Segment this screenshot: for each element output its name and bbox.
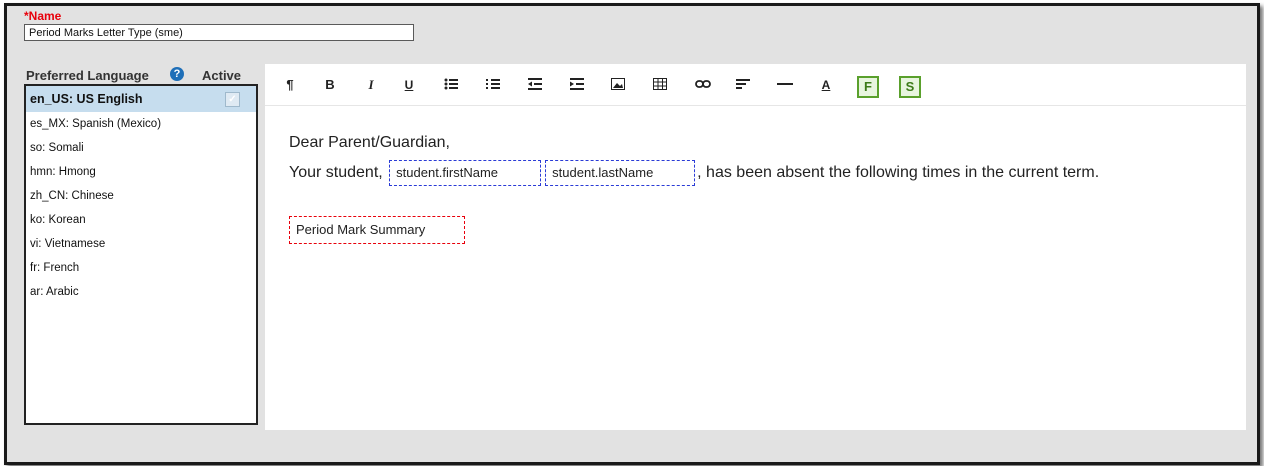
language-item-label: so: Somali bbox=[30, 142, 84, 154]
last-name-field[interactable]: student.lastName bbox=[545, 160, 696, 186]
language-item-fr[interactable]: fr: French bbox=[26, 256, 256, 280]
language-item-label: vi: Vietnamese bbox=[30, 238, 106, 250]
language-item-label: zh_CN: Chinese bbox=[30, 190, 114, 202]
numbered-list-icon[interactable] bbox=[486, 75, 500, 95]
letter-designer-panel: *Name Preferred Language ? Active en_US:… bbox=[4, 3, 1260, 465]
language-header: Preferred Language ? Active bbox=[24, 64, 261, 84]
bullet-list-icon[interactable] bbox=[444, 75, 458, 95]
intro-suffix-text: , has been absent the following times in… bbox=[697, 164, 1100, 182]
insert-subreport-button[interactable]: S bbox=[899, 76, 921, 98]
language-item-ar[interactable]: ar: Arabic bbox=[26, 280, 256, 304]
greeting-text: Dear Parent/Guardian, bbox=[289, 134, 450, 151]
intro-line: Your student, student.firstName student.l… bbox=[289, 160, 1099, 186]
language-item-label: ar: Arabic bbox=[30, 286, 79, 298]
language-item-label: en_US: US English bbox=[30, 92, 143, 106]
font-color-icon[interactable]: A bbox=[819, 75, 833, 95]
language-item-zh-cn[interactable]: zh_CN: Chinese bbox=[26, 184, 256, 208]
editor-toolbar: ¶ B I U A F S bbox=[265, 64, 1246, 106]
underline-icon[interactable]: U bbox=[402, 75, 416, 95]
language-item-vi[interactable]: vi: Vietnamese bbox=[26, 232, 256, 256]
language-item-label: hmn: Hmong bbox=[30, 166, 96, 178]
insert-field-button[interactable]: F bbox=[857, 76, 879, 98]
horizontal-rule-icon[interactable] bbox=[777, 75, 793, 95]
language-item-es-mx[interactable]: es_MX: Spanish (Mexico) bbox=[26, 112, 256, 136]
align-icon[interactable] bbox=[736, 75, 750, 95]
language-item-label: ko: Korean bbox=[30, 214, 86, 226]
language-item-label: es_MX: Spanish (Mexico) bbox=[30, 118, 162, 130]
language-item-ko[interactable]: ko: Korean bbox=[26, 208, 256, 232]
name-input[interactable] bbox=[24, 24, 414, 41]
language-item-hmn[interactable]: hmn: Hmong bbox=[26, 160, 256, 184]
help-icon[interactable]: ? bbox=[170, 67, 184, 81]
language-list: en_US: US English ✓ es_MX: Spanish (Mexi… bbox=[24, 84, 258, 425]
table-icon[interactable] bbox=[653, 75, 667, 95]
language-item-en-us[interactable]: en_US: US English ✓ bbox=[26, 86, 256, 112]
language-item-so[interactable]: so: Somali bbox=[26, 136, 256, 160]
intro-text: Your student, bbox=[289, 164, 383, 182]
link-icon[interactable] bbox=[695, 75, 711, 95]
active-checkbox[interactable]: ✓ bbox=[225, 92, 240, 107]
bold-icon[interactable]: B bbox=[323, 75, 337, 95]
period-mark-summary-block[interactable]: Period Mark Summary bbox=[289, 216, 465, 244]
paragraph-icon[interactable]: ¶ bbox=[283, 75, 297, 95]
rich-text-editor[interactable]: ¶ B I U A F S Dear Parent/Guardian, Your… bbox=[265, 64, 1246, 430]
language-item-label: fr: French bbox=[30, 262, 80, 274]
preferred-language-label: Preferred Language bbox=[26, 68, 149, 83]
indent-icon[interactable] bbox=[570, 75, 584, 95]
outdent-icon[interactable] bbox=[528, 75, 542, 95]
first-name-field[interactable]: student.firstName bbox=[389, 160, 542, 186]
active-label: Active bbox=[202, 68, 242, 83]
image-icon[interactable] bbox=[611, 75, 625, 95]
italic-icon[interactable]: I bbox=[364, 75, 378, 95]
name-label: *Name bbox=[24, 9, 62, 23]
